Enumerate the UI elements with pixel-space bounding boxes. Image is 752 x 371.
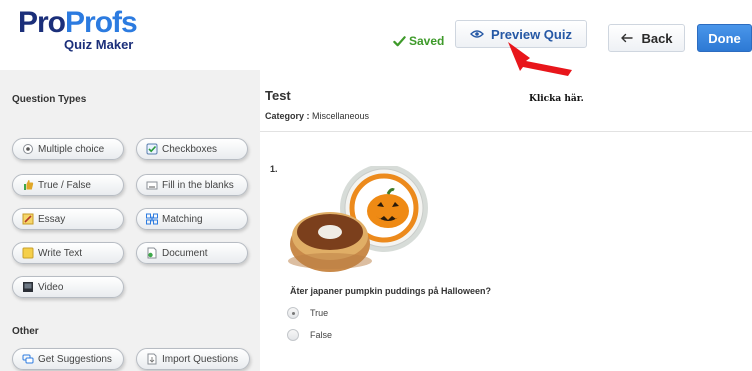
question-type-label: Video: [38, 281, 64, 293]
video-icon: [23, 282, 33, 292]
suggestions-icon: [22, 354, 34, 364]
arrow-left-icon: [621, 33, 634, 43]
document-icon: [147, 247, 157, 259]
checkmark-icon: [393, 35, 406, 46]
question-type-label: Essay: [38, 213, 66, 225]
back-label: Back: [641, 30, 673, 46]
question-type-checkboxes[interactable]: Checkboxes: [136, 138, 248, 160]
done-label: Done: [708, 30, 741, 46]
import-questions-button[interactable]: Import Questions: [136, 348, 250, 370]
question-type-label: Matching: [162, 213, 203, 225]
question-types-heading: Question Types: [12, 94, 87, 105]
blank-icon: [146, 181, 158, 190]
import-icon: [147, 353, 157, 365]
quiz-title[interactable]: Test: [265, 88, 291, 103]
question-type-matching[interactable]: Matching: [136, 208, 248, 230]
question-text[interactable]: Äter japaner pumpkin puddings på Hallowe…: [290, 286, 491, 296]
top-bar: ProProfs Quiz Maker Saved Preview Quiz B…: [0, 0, 752, 64]
question-type-label: True / False: [38, 179, 91, 191]
question-types-sidebar: Question Types Multiple choice Checkboxe…: [0, 70, 260, 371]
other-heading: Other: [12, 326, 39, 337]
radio-icon: [23, 144, 33, 154]
quiz-content: Test Category : Miscellaneous Klicka här…: [260, 70, 752, 371]
get-suggestions-button[interactable]: Get Suggestions: [12, 348, 124, 370]
answer-option-label: False: [310, 330, 333, 340]
checkbox-icon: [146, 143, 158, 155]
logo-pro-text: Pro: [18, 6, 66, 39]
quiz-category[interactable]: Category : Miscellaneous: [265, 111, 369, 121]
answer-option-false[interactable]: False: [287, 329, 332, 341]
question-type-label: Write Text: [38, 247, 83, 259]
question-type-essay[interactable]: Essay: [12, 208, 124, 230]
radio-button[interactable]: [287, 329, 299, 341]
question-type-multiple-choice[interactable]: Multiple choice: [12, 138, 124, 160]
back-button[interactable]: Back: [608, 24, 685, 52]
eye-icon: [470, 30, 484, 38]
essay-icon: [22, 213, 34, 225]
get-suggestions-label: Get Suggestions: [38, 353, 112, 365]
note-icon: [22, 247, 34, 259]
quiz-editor: ProProfs Quiz Maker Saved Preview Quiz B…: [0, 0, 752, 371]
question-type-write-text[interactable]: Write Text: [12, 242, 124, 264]
question-type-label: Document: [162, 247, 208, 259]
question-type-document[interactable]: Document: [136, 242, 248, 264]
answer-option-true[interactable]: True: [287, 307, 328, 319]
logo-profs-text: Profs: [65, 6, 138, 39]
question-type-label: Multiple choice: [38, 143, 105, 155]
question-type-label: Fill in the blanks: [162, 179, 234, 191]
question-type-fill-in-the-blanks[interactable]: Fill in the blanks: [136, 174, 248, 196]
radio-button[interactable]: [287, 307, 299, 319]
category-value: Miscellaneous: [312, 111, 370, 121]
red-arrow-icon: [508, 42, 572, 76]
question-image: [288, 166, 428, 272]
category-label: Category :: [265, 111, 310, 121]
question-type-true-false[interactable]: True / False: [12, 174, 124, 196]
question-number: 1.: [270, 164, 278, 174]
done-button[interactable]: Done: [697, 24, 752, 52]
saved-label: Saved: [409, 34, 445, 48]
matching-icon: [146, 213, 158, 225]
saved-status: Saved: [393, 34, 444, 48]
answer-option-label: True: [310, 308, 329, 318]
annotation-note: Klicka här.: [529, 94, 584, 104]
import-questions-label: Import Questions: [162, 353, 239, 365]
divider: [260, 131, 752, 132]
proprofs-logo[interactable]: ProProfs Quiz Maker: [18, 6, 148, 58]
logo-subtitle: Quiz Maker: [64, 37, 134, 52]
question-type-label: Checkboxes: [162, 143, 218, 155]
thumbs-icon: [24, 180, 34, 190]
logo-wordmark: ProProfs: [18, 6, 138, 40]
question-type-video[interactable]: Video: [12, 276, 124, 298]
